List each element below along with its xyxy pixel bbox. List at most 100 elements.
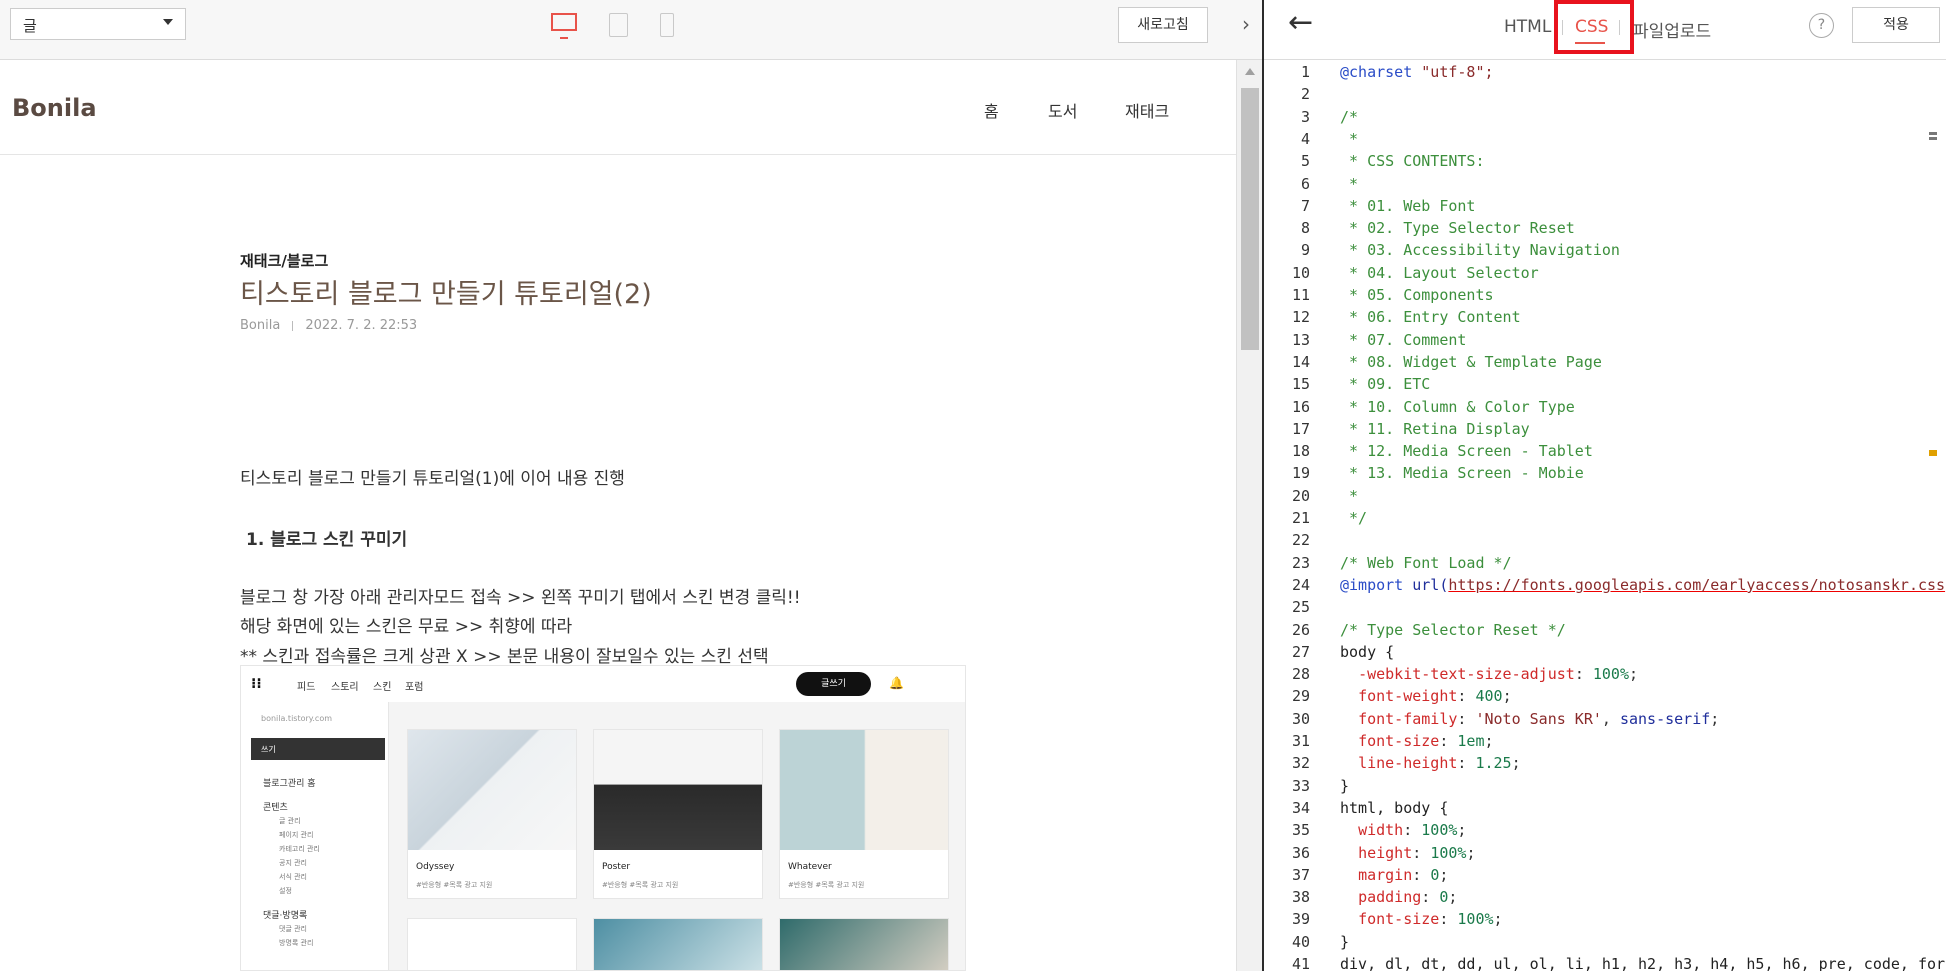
overview-ruler-mark bbox=[1929, 450, 1937, 456]
code-text: */ bbox=[1340, 509, 1368, 527]
nav-home[interactable]: 홈 bbox=[984, 98, 999, 122]
code-text: font-size: 100%; bbox=[1358, 910, 1503, 929]
tab-file-upload[interactable]: 파일업로드 bbox=[1633, 17, 1711, 42]
line-number: 18 bbox=[1291, 442, 1310, 461]
nav-investment[interactable]: 재태크 bbox=[1125, 98, 1169, 122]
refresh-button[interactable]: 새로고침 bbox=[1118, 7, 1208, 43]
code-text: * 12. Media Screen - Tablet bbox=[1340, 442, 1593, 461]
line-number: 3 bbox=[1300, 107, 1310, 126]
post-heading: 1. 블로그 스킨 꾸미기 bbox=[246, 530, 408, 550]
line-number: 28 bbox=[1291, 665, 1310, 684]
bell-icon: 🔔 bbox=[889, 676, 904, 690]
post-title: 티스토리 블로그 만들기 튜토리얼(2) bbox=[240, 279, 652, 310]
overview-ruler-mark bbox=[1929, 132, 1937, 135]
code-text: @charset "utf-8"; bbox=[1340, 63, 1494, 81]
scrollbar-thumb[interactable] bbox=[1241, 88, 1259, 350]
nav-books[interactable]: 도서 bbox=[1048, 98, 1077, 122]
code-text: line-height: 1.25; bbox=[1358, 754, 1521, 773]
apply-button[interactable]: 적용 bbox=[1852, 7, 1940, 43]
code-text: * 03. Accessibility Navigation bbox=[1340, 241, 1620, 260]
line-number: 21 bbox=[1291, 509, 1310, 527]
screenshot-side-sub: 서식 관리 bbox=[279, 873, 307, 881]
line-number: 34 bbox=[1291, 798, 1310, 817]
line-number: 8 bbox=[1300, 219, 1310, 238]
line-number: 25 bbox=[1291, 598, 1310, 617]
post-paragraph: ** 스킨과 접속률은 크게 상관 X >> 본문 내용이 잘보일수 있는 스킨… bbox=[240, 647, 769, 667]
line-number: 33 bbox=[1291, 776, 1310, 795]
code-text: * 11. Retina Display bbox=[1340, 419, 1530, 438]
skin-change-screenshot: ⁝⁝ 피드 스토리 스킨 포럼 글쓰기 🔔 bonila.tistory.com… bbox=[240, 665, 966, 971]
screenshot-dropdown: 쓰기 bbox=[251, 738, 385, 760]
code-text: font-size: 1em; bbox=[1358, 732, 1494, 750]
line-number: 6 bbox=[1300, 174, 1310, 193]
post-date: 2022. 7. 2. 22:53 bbox=[305, 318, 418, 333]
preview-pane: 글 새로고침 › Bonila 홈 도서 재태크 재태크/블로그 티스토리 블로… bbox=[0, 0, 1262, 971]
code-text: @import url(https://fonts.googleapis.com… bbox=[1340, 575, 1946, 594]
line-number: 17 bbox=[1291, 419, 1310, 438]
desktop-view-icon[interactable] bbox=[551, 13, 577, 39]
line-number: 12 bbox=[1291, 308, 1310, 327]
code-text: } bbox=[1340, 776, 1350, 795]
post-paragraph: 티스토리 블로그 만들기 튜토리얼(1)에 이어 내용 진행 bbox=[240, 469, 625, 489]
screenshot-side-sub: 카테고리 관리 bbox=[279, 845, 320, 853]
line-number: 10 bbox=[1291, 263, 1310, 282]
code-text: * 01. Web Font bbox=[1340, 196, 1476, 215]
chevron-right-icon[interactable]: › bbox=[1236, 10, 1256, 40]
post-paragraph: 해당 화면에 있는 스킨은 무료 >> 취향에 따라 bbox=[240, 617, 573, 637]
code-text: /* bbox=[1340, 107, 1359, 126]
tab-html[interactable]: HTML bbox=[1504, 17, 1551, 37]
screenshot-blog-url: bonila.tistory.com bbox=[261, 714, 333, 723]
code-text: /* Web Font Load */ bbox=[1340, 553, 1512, 572]
screenshot-side-sub: 설정 bbox=[279, 887, 292, 895]
line-number: 26 bbox=[1291, 620, 1310, 639]
tablet-view-icon[interactable] bbox=[609, 13, 628, 37]
screenshot-side-sub: 방명록 관리 bbox=[279, 939, 314, 947]
preview-scrollbar[interactable] bbox=[1236, 60, 1262, 971]
line-number: 14 bbox=[1291, 352, 1310, 371]
screenshot-menu-item: 포럼 bbox=[405, 682, 424, 693]
code-text: width: 100%; bbox=[1358, 821, 1467, 840]
skin-editor-window: 글 새로고침 › Bonila 홈 도서 재태크 재태크/블로그 티스토리 블로… bbox=[0, 0, 1946, 971]
post-category[interactable]: 재태크/블로그 bbox=[240, 250, 328, 271]
blog-logo[interactable]: Bonila bbox=[12, 94, 97, 122]
screenshot-menu-item: 피드 bbox=[297, 682, 316, 693]
line-number: 13 bbox=[1291, 330, 1310, 349]
line-number: 27 bbox=[1291, 642, 1310, 661]
code-text: * 10. Column & Color Type bbox=[1340, 397, 1575, 416]
code-text: * bbox=[1340, 174, 1359, 193]
css-code-editor[interactable]: 1 @charset "utf-8"; 2 3/* 4 * 5 * CSS CONTENT… bbox=[1264, 60, 1946, 971]
chevron-down-icon bbox=[163, 19, 173, 25]
screenshot-side-sub: 페이지 관리 bbox=[279, 831, 314, 839]
code-text: height: 100%; bbox=[1358, 843, 1476, 862]
line-number: 31 bbox=[1291, 732, 1310, 750]
skin-card-odyssey: Odyssey #반응형 #목록 광고 지원 bbox=[407, 729, 577, 899]
code-text: * 08. Widget & Template Page bbox=[1340, 352, 1602, 371]
skin-card bbox=[593, 918, 763, 970]
help-icon[interactable]: ? bbox=[1809, 13, 1834, 38]
code-text: * 04. Layout Selector bbox=[1340, 263, 1539, 282]
code-text: * 13. Media Screen - Mobie bbox=[1340, 464, 1584, 483]
line-number: 1 bbox=[1300, 63, 1310, 81]
code-text: font-family: 'Noto Sans KR', sans-serif; bbox=[1358, 709, 1720, 728]
code-text: font-weight: 400; bbox=[1358, 687, 1512, 706]
code-text: * bbox=[1340, 486, 1359, 505]
code-text: /* Type Selector Reset */ bbox=[1340, 620, 1566, 639]
skin-card bbox=[407, 918, 577, 970]
skin-thumbnail bbox=[594, 730, 762, 850]
mobile-view-icon[interactable] bbox=[660, 13, 674, 37]
line-number: 11 bbox=[1291, 286, 1310, 304]
back-arrow-icon[interactable]: ← bbox=[1288, 8, 1313, 38]
code-text: -webkit-text-size-adjust: 100%; bbox=[1358, 665, 1639, 684]
skin-thumbnail bbox=[408, 730, 576, 850]
line-number: 40 bbox=[1291, 932, 1310, 951]
line-number: 4 bbox=[1300, 129, 1310, 148]
code-text: div, dl, dt, dd, ul, ol, li, h1, h2, h3,… bbox=[1340, 955, 1946, 971]
line-number: 23 bbox=[1291, 553, 1310, 572]
page-type-select[interactable]: 글 bbox=[10, 8, 186, 40]
code-text: * 06. Entry Content bbox=[1340, 308, 1521, 327]
scroll-up-icon[interactable] bbox=[1245, 68, 1255, 75]
skin-name: Poster bbox=[602, 862, 631, 872]
screenshot-menu-item: 스킨 bbox=[373, 682, 392, 693]
code-text: } bbox=[1340, 932, 1350, 951]
overview-ruler-mark bbox=[1929, 137, 1937, 140]
